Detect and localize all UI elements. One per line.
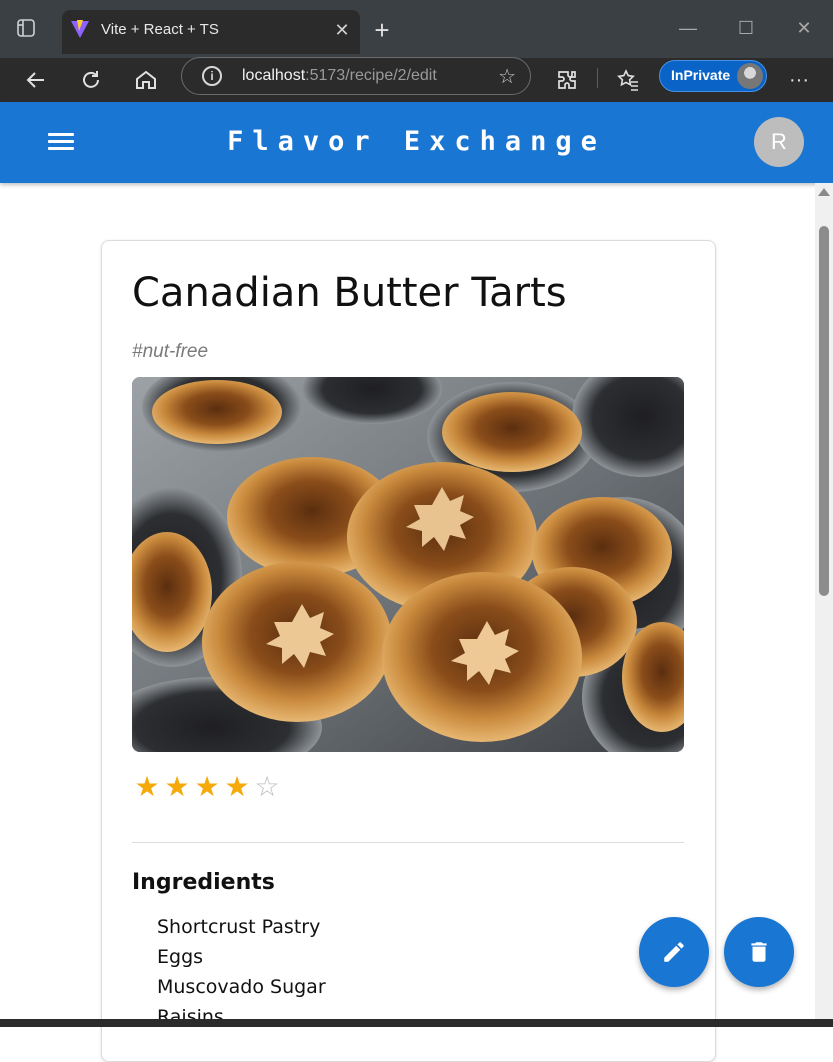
- ingredient-item: Eggs: [157, 946, 204, 968]
- star-filled-icon[interactable]: ★: [192, 771, 222, 803]
- app-brand-title: Flavor Exchange: [227, 126, 606, 157]
- browser-tab[interactable]: Vite + React + TS ✕: [62, 10, 360, 54]
- ingredients-list: Shortcrust Pastry Eggs Muscovado Sugar Rais…: [157, 914, 326, 1034]
- new-tab-icon[interactable]: +: [368, 16, 396, 44]
- url-path: :5173/recipe/2/edit: [305, 67, 437, 84]
- close-window-icon[interactable]: ✕: [790, 14, 818, 42]
- star-filled-icon[interactable]: ★: [162, 771, 192, 803]
- profile-avatar-icon: [737, 63, 763, 89]
- extensions-icon[interactable]: [553, 66, 581, 94]
- edit-button[interactable]: [639, 917, 709, 987]
- toolbar-separator: [597, 68, 598, 88]
- ingredient-item: Shortcrust Pastry: [157, 916, 321, 938]
- vite-logo-icon: [70, 19, 90, 39]
- url-host: localhost: [242, 67, 306, 84]
- address-bar[interactable]: i localhost:5173/recipe/2/edit ☆: [181, 57, 531, 95]
- star-filled-icon[interactable]: ★: [222, 771, 252, 803]
- rating-stars[interactable]: ★ ★ ★ ★ ☆: [132, 771, 282, 803]
- user-avatar[interactable]: R: [754, 117, 804, 167]
- url-text: localhost:5173/recipe/2/edit: [242, 67, 437, 85]
- window-bottom-edge: [0, 1019, 833, 1027]
- recipe-tag[interactable]: #nut-free: [132, 341, 208, 363]
- ingredient-item: Muscovado Sugar: [157, 976, 326, 998]
- recipe-title: Canadian Butter Tarts: [132, 270, 567, 316]
- add-favorite-icon[interactable]: ☆: [498, 64, 516, 89]
- scrollbar-thumb[interactable]: [819, 226, 829, 596]
- ingredients-heading: Ingredients: [132, 870, 275, 895]
- close-tab-icon[interactable]: ✕: [332, 20, 352, 40]
- tab-title: Vite + React + TS: [101, 21, 219, 38]
- workspaces-icon[interactable]: [16, 18, 40, 40]
- star-empty-icon[interactable]: ☆: [252, 771, 282, 803]
- browser-tab-bar: Vite + React + TS ✕ + — ☐ ✕: [0, 0, 833, 58]
- star-filled-icon[interactable]: ★: [132, 771, 162, 803]
- scroll-up-arrow-icon[interactable]: [818, 188, 830, 196]
- pencil-icon: [664, 942, 684, 962]
- minimize-icon[interactable]: —: [674, 14, 702, 42]
- trash-icon: [751, 942, 767, 962]
- delete-button[interactable]: [724, 917, 794, 987]
- recipe-photo: [132, 377, 684, 752]
- favorites-icon[interactable]: [614, 66, 642, 94]
- maximize-icon[interactable]: ☐: [732, 14, 760, 42]
- more-menu-icon[interactable]: ···: [785, 66, 813, 94]
- back-icon[interactable]: [22, 66, 50, 94]
- refresh-icon[interactable]: [77, 66, 105, 94]
- section-divider: [132, 842, 684, 843]
- site-info-icon[interactable]: i: [202, 66, 222, 86]
- home-icon[interactable]: [132, 66, 160, 94]
- inprivate-label: InPrivate: [671, 67, 731, 83]
- inprivate-button[interactable]: InPrivate: [659, 60, 767, 92]
- app-header: Flavor Exchange: [0, 102, 833, 183]
